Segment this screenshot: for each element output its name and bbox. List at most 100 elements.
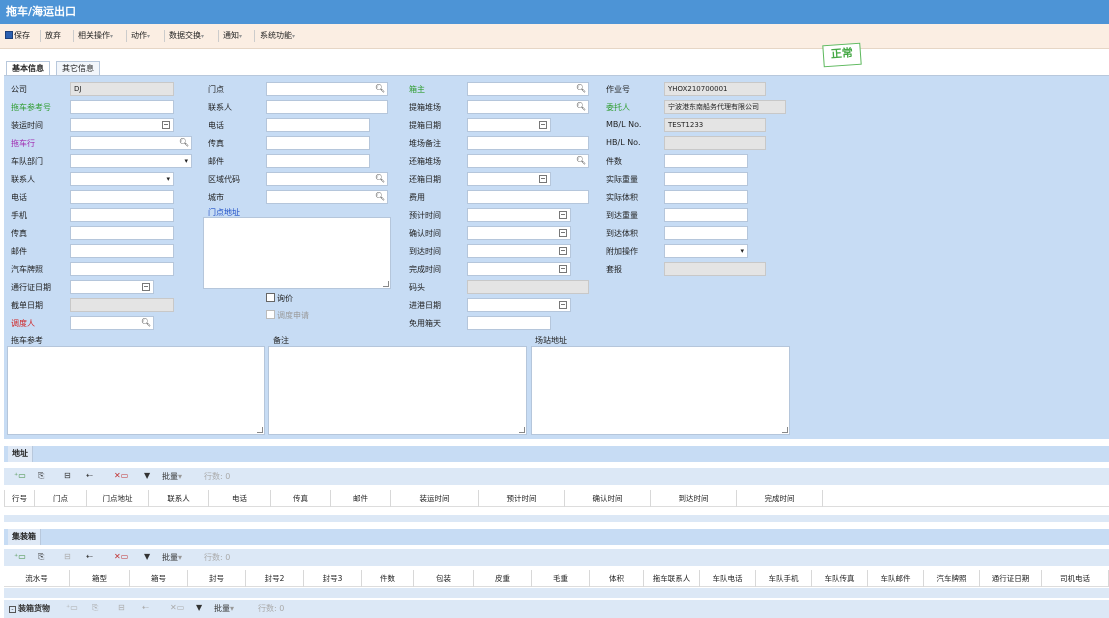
hbl-field[interactable]	[664, 136, 766, 150]
column-header[interactable]: 车队手机	[756, 570, 812, 587]
copy-row-icon[interactable]: ⎘	[38, 552, 44, 562]
related-ops-menu[interactable]: 相关操作▾	[78, 30, 113, 41]
delete-row-icon[interactable]: ✕▭	[114, 471, 128, 480]
column-header[interactable]: 包装	[414, 570, 474, 587]
est-time-field[interactable]	[467, 208, 571, 222]
door-phone-field[interactable]	[266, 118, 370, 132]
pickup-yard-field[interactable]: 🔍︎	[467, 100, 589, 114]
return-yard-field[interactable]: 🔍︎	[467, 154, 589, 168]
column-header[interactable]: 联系人	[149, 490, 209, 507]
column-header[interactable]: 封号2	[246, 570, 304, 587]
column-header[interactable]: 封号	[188, 570, 246, 587]
phone-field[interactable]	[70, 190, 174, 204]
delete-row-icon[interactable]: ✕▭	[114, 552, 128, 561]
confirm-time-field[interactable]	[467, 226, 571, 240]
column-header[interactable]: 门点地址	[87, 490, 149, 507]
actual-volume-field[interactable]	[664, 190, 748, 204]
tow-company-field[interactable]: 🔍︎	[70, 136, 192, 150]
permit-date-field[interactable]	[70, 280, 154, 294]
calendar-icon[interactable]	[559, 211, 567, 219]
column-header[interactable]: 确认时间	[565, 490, 651, 507]
batch-menu[interactable]: 批量▾	[214, 603, 234, 614]
copy-row-icon[interactable]: ⎘	[38, 471, 44, 481]
search-icon[interactable]: 🔍︎	[375, 173, 385, 185]
move-row-icon[interactable]: ⇠	[86, 552, 93, 561]
cutoff-date-field[interactable]	[70, 298, 174, 312]
search-icon[interactable]: 🔍︎	[179, 137, 189, 149]
column-header[interactable]: 行号	[5, 490, 35, 507]
column-header[interactable]: 预计时间	[479, 490, 565, 507]
region-code-field[interactable]: 🔍︎	[266, 172, 388, 186]
arrive-time-field[interactable]	[467, 244, 571, 258]
dispatch-request-checkbox[interactable]	[266, 310, 275, 319]
insert-row-icon[interactable]: ⊟	[64, 552, 71, 561]
port-in-date-field[interactable]	[467, 298, 571, 312]
yard-address-textarea[interactable]	[531, 346, 790, 435]
action-menu[interactable]: 动作▾	[131, 30, 150, 41]
yard-remark-field[interactable]	[467, 136, 589, 150]
tab-basic-info[interactable]: 基本信息	[6, 61, 50, 76]
column-header[interactable]: 毛重	[532, 570, 590, 587]
insert-row-icon[interactable]: ⊟	[64, 471, 71, 480]
fax-field[interactable]	[70, 226, 174, 240]
column-header[interactable]: 传真	[271, 490, 331, 507]
search-icon[interactable]: 🔍︎	[141, 317, 151, 329]
return-date-field[interactable]	[467, 172, 551, 186]
column-header[interactable]: 完成时间	[737, 490, 823, 507]
city-field[interactable]: 🔍︎	[266, 190, 388, 204]
arrive-volume-field[interactable]	[664, 226, 748, 240]
calendar-icon[interactable]	[559, 229, 567, 237]
calendar-icon[interactable]	[162, 121, 170, 129]
calendar-icon[interactable]	[559, 265, 567, 273]
move-row-icon[interactable]: ⇠	[86, 471, 93, 480]
dispatcher-field[interactable]: 🔍︎	[70, 316, 154, 330]
batch-menu[interactable]: 批量▾	[162, 552, 182, 563]
pickup-date-field[interactable]	[467, 118, 551, 132]
search-icon[interactable]: 🔍︎	[576, 155, 586, 167]
job-no-field[interactable]: YHOX210700001	[664, 82, 766, 96]
search-icon[interactable]: 🔍︎	[375, 191, 385, 203]
door-address-textarea[interactable]	[203, 217, 391, 289]
column-header[interactable]: 流水号	[4, 570, 70, 587]
cargo-section-title[interactable]: - 装箱货物	[9, 603, 50, 614]
free-days-field[interactable]	[467, 316, 551, 330]
delete-row-icon[interactable]: ✕▭	[170, 603, 184, 612]
column-header[interactable]: 车队传真	[812, 570, 868, 587]
search-icon[interactable]: 🔍︎	[576, 101, 586, 113]
search-icon[interactable]: 🔍︎	[375, 83, 385, 95]
tow-ref-notes-textarea[interactable]	[7, 346, 265, 435]
search-icon[interactable]: 🔍︎	[576, 83, 586, 95]
shipper-field[interactable]: 🔍︎	[467, 82, 589, 96]
column-header[interactable]: 体积	[590, 570, 644, 587]
door-contact-field[interactable]	[266, 100, 388, 114]
filter-icon[interactable]: ▼	[196, 603, 202, 612]
column-header[interactable]: 通行证日期	[980, 570, 1042, 587]
filter-icon[interactable]: ▼	[144, 471, 150, 480]
save-button[interactable]: 保存	[5, 30, 30, 41]
column-header[interactable]: 车队电话	[700, 570, 756, 587]
batch-menu[interactable]: 批量▾	[162, 471, 182, 482]
column-header[interactable]: 司机电话	[1042, 570, 1109, 587]
calendar-icon[interactable]	[539, 175, 547, 183]
mobile-field[interactable]	[70, 208, 174, 222]
discard-button[interactable]: 放弃	[45, 30, 61, 41]
add-row-icon[interactable]: ⁺▭	[14, 471, 26, 480]
calendar-icon[interactable]	[559, 247, 567, 255]
column-header[interactable]: 到达时间	[651, 490, 737, 507]
column-header[interactable]: 电话	[209, 490, 271, 507]
contact-select[interactable]: ▾	[70, 172, 174, 186]
customs-field[interactable]	[664, 262, 766, 276]
column-header[interactable]: 箱型	[70, 570, 130, 587]
inquiry-checkbox[interactable]	[266, 293, 275, 302]
data-exchange-menu[interactable]: 数据交换▾	[169, 30, 204, 41]
column-header[interactable]: 皮重	[474, 570, 532, 587]
remark-textarea[interactable]	[268, 346, 527, 435]
column-header[interactable]: 件数	[362, 570, 414, 587]
notify-menu[interactable]: 通知▾	[223, 30, 242, 41]
door-fax-field[interactable]	[266, 136, 370, 150]
pieces-field[interactable]	[664, 154, 748, 168]
system-menu[interactable]: 系统功能▾	[260, 30, 295, 41]
column-header[interactable]: 门点	[35, 490, 87, 507]
column-header[interactable]: 汽车牌照	[924, 570, 980, 587]
copy-row-icon[interactable]: ⎘	[92, 603, 98, 613]
